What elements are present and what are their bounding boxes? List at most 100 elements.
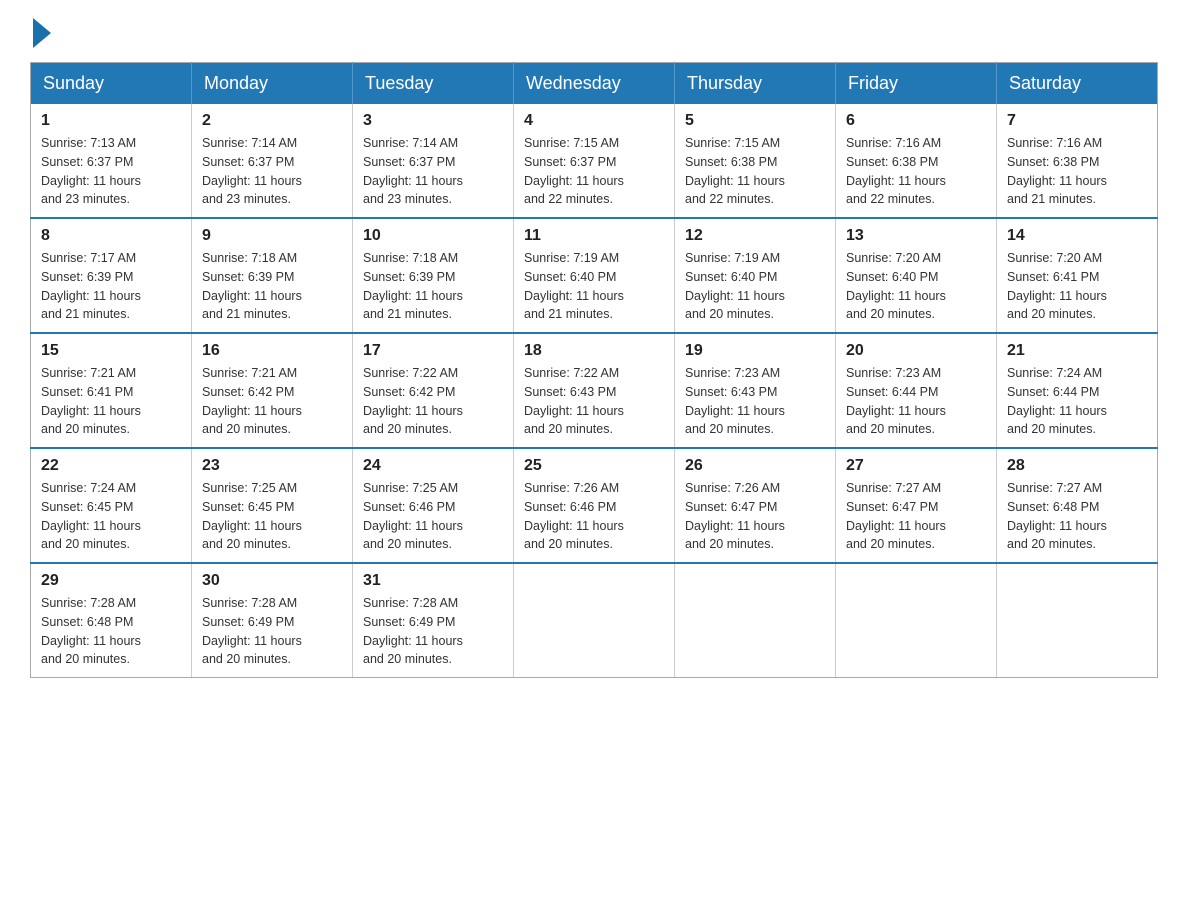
column-header-wednesday: Wednesday <box>514 63 675 105</box>
calendar-cell: 15 Sunrise: 7:21 AM Sunset: 6:41 PM Dayl… <box>31 333 192 448</box>
day-number: 17 <box>363 342 503 360</box>
calendar-cell: 23 Sunrise: 7:25 AM Sunset: 6:45 PM Dayl… <box>192 448 353 563</box>
day-number: 18 <box>524 342 664 360</box>
day-info: Sunrise: 7:27 AM Sunset: 6:47 PM Dayligh… <box>846 479 986 554</box>
calendar-cell: 3 Sunrise: 7:14 AM Sunset: 6:37 PM Dayli… <box>353 104 514 218</box>
calendar-cell: 11 Sunrise: 7:19 AM Sunset: 6:40 PM Dayl… <box>514 218 675 333</box>
calendar-cell: 28 Sunrise: 7:27 AM Sunset: 6:48 PM Dayl… <box>997 448 1158 563</box>
day-info: Sunrise: 7:15 AM Sunset: 6:38 PM Dayligh… <box>685 134 825 209</box>
day-number: 16 <box>202 342 342 360</box>
day-number: 22 <box>41 457 181 475</box>
calendar-cell <box>836 563 997 678</box>
calendar-cell: 20 Sunrise: 7:23 AM Sunset: 6:44 PM Dayl… <box>836 333 997 448</box>
day-info: Sunrise: 7:16 AM Sunset: 6:38 PM Dayligh… <box>846 134 986 209</box>
day-number: 14 <box>1007 227 1147 245</box>
calendar-cell: 24 Sunrise: 7:25 AM Sunset: 6:46 PM Dayl… <box>353 448 514 563</box>
day-info: Sunrise: 7:24 AM Sunset: 6:44 PM Dayligh… <box>1007 364 1147 439</box>
calendar-week-row: 29 Sunrise: 7:28 AM Sunset: 6:48 PM Dayl… <box>31 563 1158 678</box>
day-info: Sunrise: 7:18 AM Sunset: 6:39 PM Dayligh… <box>202 249 342 324</box>
day-number: 31 <box>363 572 503 590</box>
day-info: Sunrise: 7:25 AM Sunset: 6:46 PM Dayligh… <box>363 479 503 554</box>
day-number: 15 <box>41 342 181 360</box>
day-info: Sunrise: 7:23 AM Sunset: 6:43 PM Dayligh… <box>685 364 825 439</box>
day-info: Sunrise: 7:22 AM Sunset: 6:42 PM Dayligh… <box>363 364 503 439</box>
day-number: 9 <box>202 227 342 245</box>
calendar-cell: 7 Sunrise: 7:16 AM Sunset: 6:38 PM Dayli… <box>997 104 1158 218</box>
day-info: Sunrise: 7:25 AM Sunset: 6:45 PM Dayligh… <box>202 479 342 554</box>
column-header-thursday: Thursday <box>675 63 836 105</box>
calendar-cell <box>997 563 1158 678</box>
calendar-cell: 19 Sunrise: 7:23 AM Sunset: 6:43 PM Dayl… <box>675 333 836 448</box>
day-number: 6 <box>846 112 986 130</box>
day-info: Sunrise: 7:18 AM Sunset: 6:39 PM Dayligh… <box>363 249 503 324</box>
day-number: 30 <box>202 572 342 590</box>
day-info: Sunrise: 7:21 AM Sunset: 6:41 PM Dayligh… <box>41 364 181 439</box>
column-header-sunday: Sunday <box>31 63 192 105</box>
day-info: Sunrise: 7:27 AM Sunset: 6:48 PM Dayligh… <box>1007 479 1147 554</box>
calendar-cell: 16 Sunrise: 7:21 AM Sunset: 6:42 PM Dayl… <box>192 333 353 448</box>
day-number: 5 <box>685 112 825 130</box>
day-info: Sunrise: 7:28 AM Sunset: 6:49 PM Dayligh… <box>363 594 503 669</box>
column-header-friday: Friday <box>836 63 997 105</box>
calendar-cell: 4 Sunrise: 7:15 AM Sunset: 6:37 PM Dayli… <box>514 104 675 218</box>
calendar-cell <box>514 563 675 678</box>
column-header-saturday: Saturday <box>997 63 1158 105</box>
calendar-cell: 18 Sunrise: 7:22 AM Sunset: 6:43 PM Dayl… <box>514 333 675 448</box>
logo <box>30 20 51 42</box>
day-number: 19 <box>685 342 825 360</box>
calendar-cell: 27 Sunrise: 7:27 AM Sunset: 6:47 PM Dayl… <box>836 448 997 563</box>
day-number: 26 <box>685 457 825 475</box>
calendar-header-row: SundayMondayTuesdayWednesdayThursdayFrid… <box>31 63 1158 105</box>
column-header-monday: Monday <box>192 63 353 105</box>
day-number: 12 <box>685 227 825 245</box>
calendar-cell: 10 Sunrise: 7:18 AM Sunset: 6:39 PM Dayl… <box>353 218 514 333</box>
calendar-cell: 1 Sunrise: 7:13 AM Sunset: 6:37 PM Dayli… <box>31 104 192 218</box>
calendar-week-row: 22 Sunrise: 7:24 AM Sunset: 6:45 PM Dayl… <box>31 448 1158 563</box>
day-info: Sunrise: 7:20 AM Sunset: 6:41 PM Dayligh… <box>1007 249 1147 324</box>
calendar-week-row: 8 Sunrise: 7:17 AM Sunset: 6:39 PM Dayli… <box>31 218 1158 333</box>
calendar-cell: 8 Sunrise: 7:17 AM Sunset: 6:39 PM Dayli… <box>31 218 192 333</box>
day-number: 29 <box>41 572 181 590</box>
calendar-cell <box>675 563 836 678</box>
calendar-cell: 12 Sunrise: 7:19 AM Sunset: 6:40 PM Dayl… <box>675 218 836 333</box>
day-info: Sunrise: 7:24 AM Sunset: 6:45 PM Dayligh… <box>41 479 181 554</box>
day-info: Sunrise: 7:16 AM Sunset: 6:38 PM Dayligh… <box>1007 134 1147 209</box>
day-info: Sunrise: 7:23 AM Sunset: 6:44 PM Dayligh… <box>846 364 986 439</box>
calendar-cell: 26 Sunrise: 7:26 AM Sunset: 6:47 PM Dayl… <box>675 448 836 563</box>
day-info: Sunrise: 7:14 AM Sunset: 6:37 PM Dayligh… <box>363 134 503 209</box>
calendar-cell: 21 Sunrise: 7:24 AM Sunset: 6:44 PM Dayl… <box>997 333 1158 448</box>
day-number: 4 <box>524 112 664 130</box>
day-number: 2 <box>202 112 342 130</box>
calendar-cell: 30 Sunrise: 7:28 AM Sunset: 6:49 PM Dayl… <box>192 563 353 678</box>
day-info: Sunrise: 7:21 AM Sunset: 6:42 PM Dayligh… <box>202 364 342 439</box>
calendar-cell: 2 Sunrise: 7:14 AM Sunset: 6:37 PM Dayli… <box>192 104 353 218</box>
calendar-cell: 17 Sunrise: 7:22 AM Sunset: 6:42 PM Dayl… <box>353 333 514 448</box>
calendar-cell: 22 Sunrise: 7:24 AM Sunset: 6:45 PM Dayl… <box>31 448 192 563</box>
day-info: Sunrise: 7:17 AM Sunset: 6:39 PM Dayligh… <box>41 249 181 324</box>
calendar-cell: 29 Sunrise: 7:28 AM Sunset: 6:48 PM Dayl… <box>31 563 192 678</box>
day-number: 25 <box>524 457 664 475</box>
day-number: 27 <box>846 457 986 475</box>
calendar-week-row: 1 Sunrise: 7:13 AM Sunset: 6:37 PM Dayli… <box>31 104 1158 218</box>
day-number: 23 <box>202 457 342 475</box>
day-info: Sunrise: 7:26 AM Sunset: 6:47 PM Dayligh… <box>685 479 825 554</box>
logo-triangle-icon <box>33 18 51 48</box>
day-number: 13 <box>846 227 986 245</box>
day-info: Sunrise: 7:26 AM Sunset: 6:46 PM Dayligh… <box>524 479 664 554</box>
calendar-cell: 9 Sunrise: 7:18 AM Sunset: 6:39 PM Dayli… <box>192 218 353 333</box>
day-info: Sunrise: 7:20 AM Sunset: 6:40 PM Dayligh… <box>846 249 986 324</box>
day-number: 10 <box>363 227 503 245</box>
day-number: 3 <box>363 112 503 130</box>
calendar-week-row: 15 Sunrise: 7:21 AM Sunset: 6:41 PM Dayl… <box>31 333 1158 448</box>
day-info: Sunrise: 7:19 AM Sunset: 6:40 PM Dayligh… <box>685 249 825 324</box>
page-header <box>30 20 1158 42</box>
calendar-cell: 31 Sunrise: 7:28 AM Sunset: 6:49 PM Dayl… <box>353 563 514 678</box>
day-info: Sunrise: 7:28 AM Sunset: 6:48 PM Dayligh… <box>41 594 181 669</box>
day-info: Sunrise: 7:19 AM Sunset: 6:40 PM Dayligh… <box>524 249 664 324</box>
calendar-cell: 5 Sunrise: 7:15 AM Sunset: 6:38 PM Dayli… <box>675 104 836 218</box>
calendar-cell: 13 Sunrise: 7:20 AM Sunset: 6:40 PM Dayl… <box>836 218 997 333</box>
day-number: 21 <box>1007 342 1147 360</box>
day-info: Sunrise: 7:13 AM Sunset: 6:37 PM Dayligh… <box>41 134 181 209</box>
column-header-tuesday: Tuesday <box>353 63 514 105</box>
day-number: 1 <box>41 112 181 130</box>
